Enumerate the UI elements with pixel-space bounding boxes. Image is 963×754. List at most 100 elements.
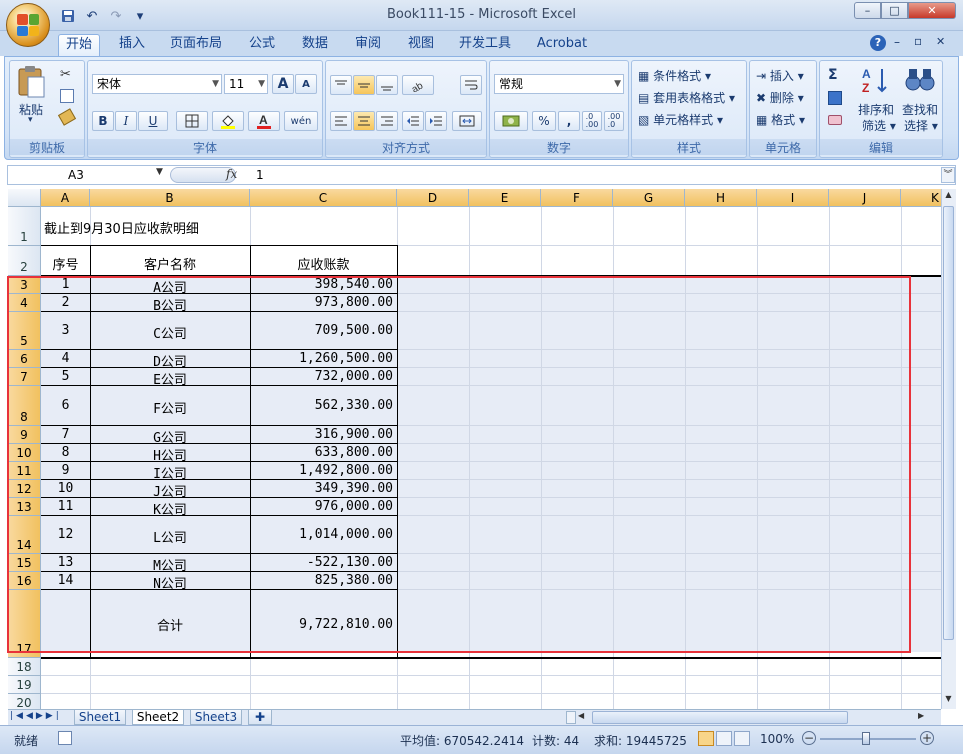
decrease-indent-icon[interactable]: [402, 111, 424, 131]
font-name-select[interactable]: 宋体 ▼: [92, 74, 222, 94]
tab-acrobat[interactable]: Acrobat: [530, 34, 594, 56]
row-header-1[interactable]: 1: [8, 207, 41, 246]
comma-button[interactable]: ,: [558, 111, 580, 131]
underline-button[interactable]: U: [138, 111, 168, 131]
orientation-icon[interactable]: ab: [402, 75, 434, 95]
restore-button[interactable]: □: [881, 2, 908, 19]
zoom-out-icon[interactable]: −: [802, 731, 816, 745]
tab-data[interactable]: 数据: [292, 34, 338, 56]
align-bottom-icon[interactable]: [376, 75, 398, 95]
column-header-b[interactable]: B: [90, 189, 250, 207]
header-amount[interactable]: 应收账款: [250, 254, 397, 273]
italic-button[interactable]: I: [115, 111, 137, 131]
increase-decimal-icon[interactable]: .0.00: [582, 111, 602, 131]
cut-icon[interactable]: ✂: [60, 67, 71, 82]
fill-icon[interactable]: [828, 91, 842, 105]
zoom-level[interactable]: 100%: [760, 732, 794, 746]
scroll-down-icon[interactable]: ▼: [942, 694, 955, 708]
paste-button[interactable]: 粘贴 ▾: [16, 65, 48, 125]
name-box[interactable]: A3: [8, 166, 168, 184]
macro-record-icon[interactable]: [58, 731, 72, 745]
align-center-icon[interactable]: [353, 111, 375, 131]
tab-insert[interactable]: 插入: [110, 34, 154, 56]
header-seq[interactable]: 序号: [41, 254, 90, 273]
normal-view-icon[interactable]: [698, 731, 714, 746]
ribbon-close-button[interactable]: ✕: [936, 35, 945, 48]
format-as-table-button[interactable]: ▤ 套用表格格式 ▾: [638, 89, 735, 106]
sheet-title[interactable]: 截止到9月30日应收款明细: [44, 218, 199, 237]
filter-label[interactable]: 筛选 ▾: [862, 117, 896, 134]
increase-indent-icon[interactable]: [425, 111, 447, 131]
number-format-select[interactable]: 常规 ▼: [494, 74, 624, 94]
row-header-20[interactable]: 20: [8, 694, 41, 709]
page-layout-view-icon[interactable]: [716, 731, 732, 746]
format-cells-button[interactable]: ▦ 格式 ▾: [756, 111, 805, 128]
column-header-e[interactable]: E: [469, 189, 541, 207]
conditional-format-button[interactable]: ▦ 条件格式 ▾: [638, 67, 711, 84]
column-header-j[interactable]: J: [829, 189, 901, 207]
tab-page-layout[interactable]: 页面布局: [164, 34, 228, 56]
help-icon[interactable]: ?: [870, 35, 886, 51]
align-right-icon[interactable]: [376, 111, 398, 131]
scroll-left-icon[interactable]: ◀: [578, 711, 584, 720]
tab-review[interactable]: 审阅: [346, 34, 390, 56]
sheet-tab-2[interactable]: Sheet2: [132, 710, 184, 725]
column-header-a[interactable]: A: [41, 189, 90, 207]
vertical-scroll-thumb[interactable]: [943, 206, 954, 640]
column-header-f[interactable]: F: [541, 189, 613, 207]
accounting-format-icon[interactable]: [494, 111, 528, 131]
autosum-icon[interactable]: Σ: [828, 67, 838, 83]
column-header-h[interactable]: H: [685, 189, 757, 207]
column-header-c[interactable]: C: [250, 189, 397, 207]
delete-cells-button[interactable]: ✖ 删除 ▾: [756, 89, 804, 106]
scroll-right-icon[interactable]: ▶: [918, 711, 924, 720]
select-all-button[interactable]: [8, 189, 41, 207]
wrap-text-icon[interactable]: [460, 75, 482, 95]
sheet-nav-icons[interactable]: |◀◀▶▶|: [10, 711, 62, 721]
sort-filter-label[interactable]: 排序和: [858, 101, 894, 118]
name-box-dropdown-icon[interactable]: ▼: [156, 167, 163, 177]
insert-sheet-icon[interactable]: ✚: [248, 710, 272, 725]
tab-view[interactable]: 视图: [398, 34, 444, 56]
cell-styles-button[interactable]: ▧ 单元格样式 ▾: [638, 111, 723, 128]
bold-button[interactable]: B: [92, 111, 114, 131]
select-label[interactable]: 选择 ▾: [904, 117, 938, 134]
align-left-icon[interactable]: [330, 111, 352, 131]
font-color-button[interactable]: A: [248, 111, 280, 131]
column-header-d[interactable]: D: [397, 189, 469, 207]
grow-font-button[interactable]: A: [272, 74, 294, 94]
tab-split-handle[interactable]: [566, 711, 576, 724]
formula-content[interactable]: 1: [256, 166, 264, 184]
phonetic-button[interactable]: wén: [284, 111, 318, 131]
decrease-decimal-icon[interactable]: .00.0: [604, 111, 624, 131]
row-header-2[interactable]: 2: [8, 246, 41, 276]
insert-function-icon[interactable]: fx: [226, 167, 237, 181]
column-header-g[interactable]: G: [613, 189, 685, 207]
sheet-tab-1[interactable]: Sheet1: [74, 710, 126, 725]
find-label[interactable]: 查找和: [902, 101, 938, 118]
fill-color-button[interactable]: [212, 111, 244, 131]
shrink-font-button[interactable]: A: [295, 74, 317, 94]
clear-icon[interactable]: [828, 115, 842, 125]
percent-button[interactable]: %: [532, 111, 556, 131]
sheet-tab-3[interactable]: Sheet3: [190, 710, 242, 725]
borders-button[interactable]: [176, 111, 208, 131]
zoom-in-icon[interactable]: +: [920, 731, 934, 745]
align-middle-icon[interactable]: [353, 75, 375, 95]
minimize-button[interactable]: –: [854, 2, 881, 19]
horizontal-scroll-thumb[interactable]: [592, 711, 848, 724]
ribbon-restore-button[interactable]: ▫: [914, 34, 922, 48]
copy-icon[interactable]: [60, 89, 74, 103]
tab-developer[interactable]: 开发工具: [452, 34, 518, 56]
tab-home[interactable]: 开始: [58, 34, 100, 56]
header-customer[interactable]: 客户名称: [90, 254, 250, 273]
office-button[interactable]: [6, 3, 50, 47]
close-button[interactable]: ✕: [908, 2, 956, 19]
merge-center-icon[interactable]: [452, 111, 482, 131]
row-header-19[interactable]: 19: [8, 676, 41, 694]
row-header-18[interactable]: 18: [8, 658, 41, 676]
scroll-up-icon[interactable]: ▲: [942, 190, 955, 204]
column-header-i[interactable]: I: [757, 189, 829, 207]
font-size-select[interactable]: 11 ▼: [224, 74, 268, 94]
insert-cells-button[interactable]: ⇥ 插入 ▾: [756, 67, 804, 84]
